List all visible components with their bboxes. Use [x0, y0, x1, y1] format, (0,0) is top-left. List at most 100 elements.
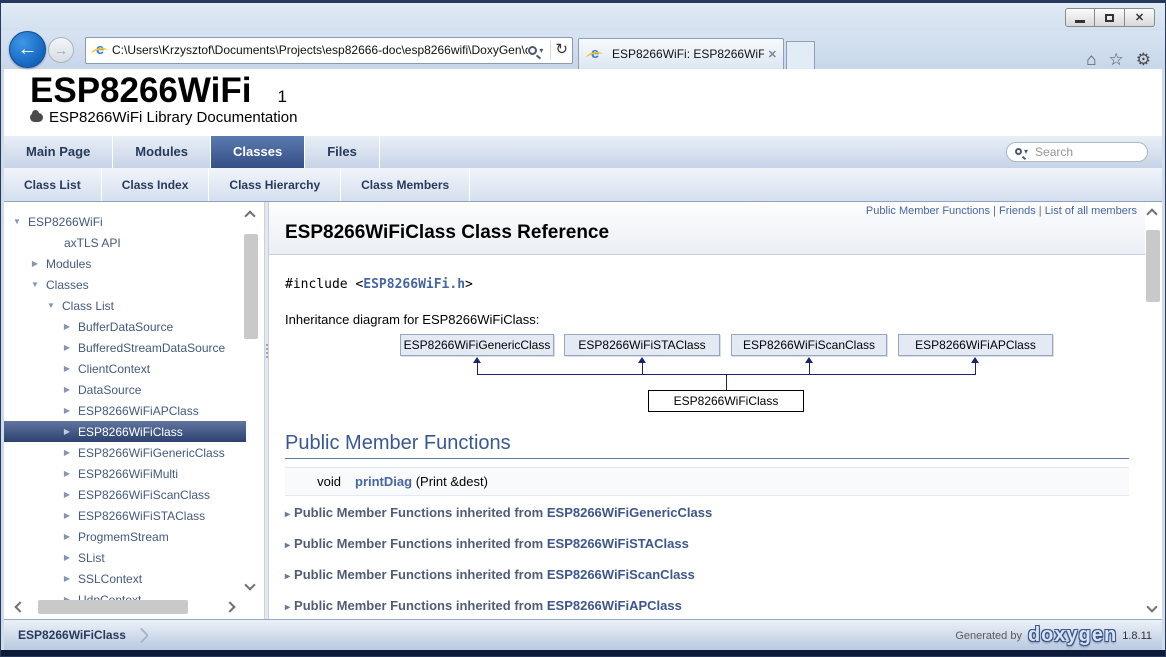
tree-expand-icon[interactable]: [62, 448, 72, 457]
link-public-member-functions[interactable]: Public Member Functions: [866, 205, 990, 217]
tab-main-page[interactable]: Main Page: [4, 136, 113, 169]
diagram-node-scanclass[interactable]: ESP8266WiFiScanClass: [731, 334, 887, 356]
tree-expand-icon[interactable]: [62, 469, 72, 478]
tab-modules[interactable]: Modules: [113, 136, 211, 169]
tree-expand-icon[interactable]: [62, 406, 72, 415]
tree-expand-icon[interactable]: [12, 217, 22, 226]
tree-item-clientcontext[interactable]: ClientContext: [4, 358, 264, 379]
address-bar[interactable]: e C:\Users\Krzysztof\Documents\Projects\…: [85, 37, 573, 64]
tree-item-slist[interactable]: SList: [4, 547, 264, 568]
expand-right-icon[interactable]: ▸: [285, 509, 290, 520]
chevron-down-icon[interactable]: ▾: [539, 46, 543, 55]
tree-item-label[interactable]: ESP8266WiFi: [28, 215, 103, 229]
inherited-class-link[interactable]: ESP8266WiFiScanClass: [547, 567, 695, 582]
tab-close-icon[interactable]: ✕: [768, 48, 777, 61]
favorites-star-icon[interactable]: ☆: [1109, 51, 1124, 69]
tree-item-classes[interactable]: Classes: [4, 274, 264, 295]
tree-expand-icon[interactable]: [62, 364, 72, 373]
expand-right-icon[interactable]: ▸: [285, 540, 290, 551]
scrollbar-thumb[interactable]: [38, 600, 188, 614]
tree-item-esp8266wifi[interactable]: ESP8266WiFi: [4, 211, 264, 232]
tree-expand-icon[interactable]: [62, 490, 72, 499]
tree-item-label[interactable]: SList: [78, 551, 105, 565]
browser-tab[interactable]: e ESP8266WiFi: ESP8266WiFi... ✕: [578, 38, 784, 69]
content-vertical-scrollbar[interactable]: [1145, 208, 1162, 613]
tree-item-datasource[interactable]: DataSource: [4, 379, 264, 400]
scroll-left-icon[interactable]: [14, 602, 25, 613]
tree-expand-icon[interactable]: [30, 280, 40, 289]
tree-item-label[interactable]: ESP8266WiFiAPClass: [78, 404, 199, 418]
tree-item-sslcontext[interactable]: SSLContext: [4, 568, 264, 589]
search-icon[interactable]: [528, 46, 537, 55]
inherited-section-scanclass[interactable]: ▸Public Member Functions inherited from …: [285, 558, 1129, 589]
scroll-right-icon[interactable]: [224, 602, 235, 613]
tree-item-esp8266wifimulti[interactable]: ESP8266WiFiMulti: [4, 463, 264, 484]
tree-item-label[interactable]: axTLS API: [64, 236, 121, 250]
address-text[interactable]: C:\Users\Krzysztof\Documents\Projects\es…: [112, 43, 528, 57]
expand-right-icon[interactable]: ▸: [285, 571, 290, 582]
member-link-printdiag[interactable]: printDiag: [355, 474, 412, 489]
link-friends[interactable]: Friends: [999, 205, 1036, 217]
new-tab-button[interactable]: [786, 41, 815, 69]
tree-item-bufferedstreamdatasource[interactable]: BufferedStreamDataSource: [4, 337, 264, 358]
tree-expand-icon[interactable]: [62, 574, 72, 583]
scroll-down-icon[interactable]: [1146, 602, 1157, 613]
scrollbar-thumb[interactable]: [244, 234, 258, 339]
tree-item-label[interactable]: BufferDataSource: [78, 320, 173, 334]
settings-gear-icon[interactable]: ⚙: [1136, 51, 1151, 69]
close-button[interactable]: ✕: [1125, 8, 1155, 27]
refresh-icon[interactable]: ↻: [555, 43, 568, 57]
tree-item-esp8266wifiscanclass[interactable]: ESP8266WiFiScanClass: [4, 484, 264, 505]
inherited-class-link[interactable]: ESP8266WiFiSTAClass: [547, 536, 689, 551]
back-button[interactable]: ←: [9, 31, 46, 68]
tab-files[interactable]: Files: [305, 136, 380, 169]
home-icon[interactable]: ⌂: [1086, 51, 1096, 69]
tree-item-label[interactable]: ESP8266WiFiSTAClass: [78, 509, 205, 523]
tree-item-label[interactable]: ESP8266WiFiClass: [78, 425, 183, 439]
tree-item-label[interactable]: ESP8266WiFiGenericClass: [78, 446, 225, 460]
tree-item-label[interactable]: Class List: [62, 299, 114, 313]
scroll-up-icon[interactable]: [1146, 208, 1157, 219]
chevron-down-icon[interactable]: ▾: [1024, 147, 1028, 156]
tree-item-esp8266wifigenericclass[interactable]: ESP8266WiFiGenericClass: [4, 442, 264, 463]
maximize-button[interactable]: [1095, 8, 1125, 27]
tree-item-label[interactable]: ESP8266WiFiMulti: [78, 467, 178, 481]
tab-class-list[interactable]: Class List: [4, 168, 102, 201]
forward-button[interactable]: →: [48, 37, 74, 63]
tree-item-label[interactable]: SSLContext: [78, 572, 142, 586]
tree-expand-icon[interactable]: [62, 427, 72, 436]
search-icon[interactable]: [1015, 148, 1022, 155]
inherited-section-genericclass[interactable]: ▸Public Member Functions inherited from …: [285, 496, 1129, 527]
tab-class-index[interactable]: Class Index: [102, 168, 210, 201]
inherited-class-link[interactable]: ESP8266WiFiGenericClass: [547, 505, 712, 520]
tab-classes[interactable]: Classes: [211, 136, 305, 169]
sidebar-horizontal-scrollbar[interactable]: [12, 599, 238, 616]
expand-right-icon[interactable]: ▸: [285, 602, 290, 613]
tree-item-modules[interactable]: Modules: [4, 253, 264, 274]
tree-item-class-list[interactable]: Class List: [4, 295, 264, 316]
include-file-link[interactable]: ESP8266WiFi.h: [363, 277, 465, 292]
tree-item-esp8266wifistaclass[interactable]: ESP8266WiFiSTAClass: [4, 505, 264, 526]
diagram-node-staclass[interactable]: ESP8266WiFiSTAClass: [564, 334, 720, 356]
tree-expand-icon[interactable]: [62, 322, 72, 331]
tree-item-label[interactable]: BufferedStreamDataSource: [78, 341, 225, 355]
tree-expand-icon[interactable]: [30, 259, 40, 268]
tree-expand-icon[interactable]: [62, 553, 72, 562]
tree-expand-icon[interactable]: [62, 385, 72, 394]
link-list-of-all-members[interactable]: List of all members: [1045, 205, 1137, 217]
doxygen-logo[interactable]: doxygen: [1028, 624, 1117, 647]
tree-expand-icon[interactable]: [46, 301, 56, 310]
sidebar-vertical-scrollbar[interactable]: [243, 210, 260, 591]
scroll-down-icon[interactable]: [244, 580, 255, 591]
inherited-section-staclass[interactable]: ▸Public Member Functions inherited from …: [285, 527, 1129, 558]
inherited-section-apclass[interactable]: ▸Public Member Functions inherited from …: [285, 589, 1129, 619]
tree-expand-icon[interactable]: [62, 343, 72, 352]
tree-item-bufferdatasource[interactable]: BufferDataSource: [4, 316, 264, 337]
tree-item-label[interactable]: ProgmemStream: [78, 530, 169, 544]
doc-search-input[interactable]: ▾ Search: [1006, 142, 1148, 162]
window-titlebar[interactable]: ✕: [1, 3, 1165, 31]
tree-item-label[interactable]: ESP8266WiFiScanClass: [78, 488, 210, 502]
tab-class-members[interactable]: Class Members: [341, 168, 470, 201]
tree-item-progmemstream[interactable]: ProgmemStream: [4, 526, 264, 547]
tree-expand-icon[interactable]: [62, 532, 72, 541]
